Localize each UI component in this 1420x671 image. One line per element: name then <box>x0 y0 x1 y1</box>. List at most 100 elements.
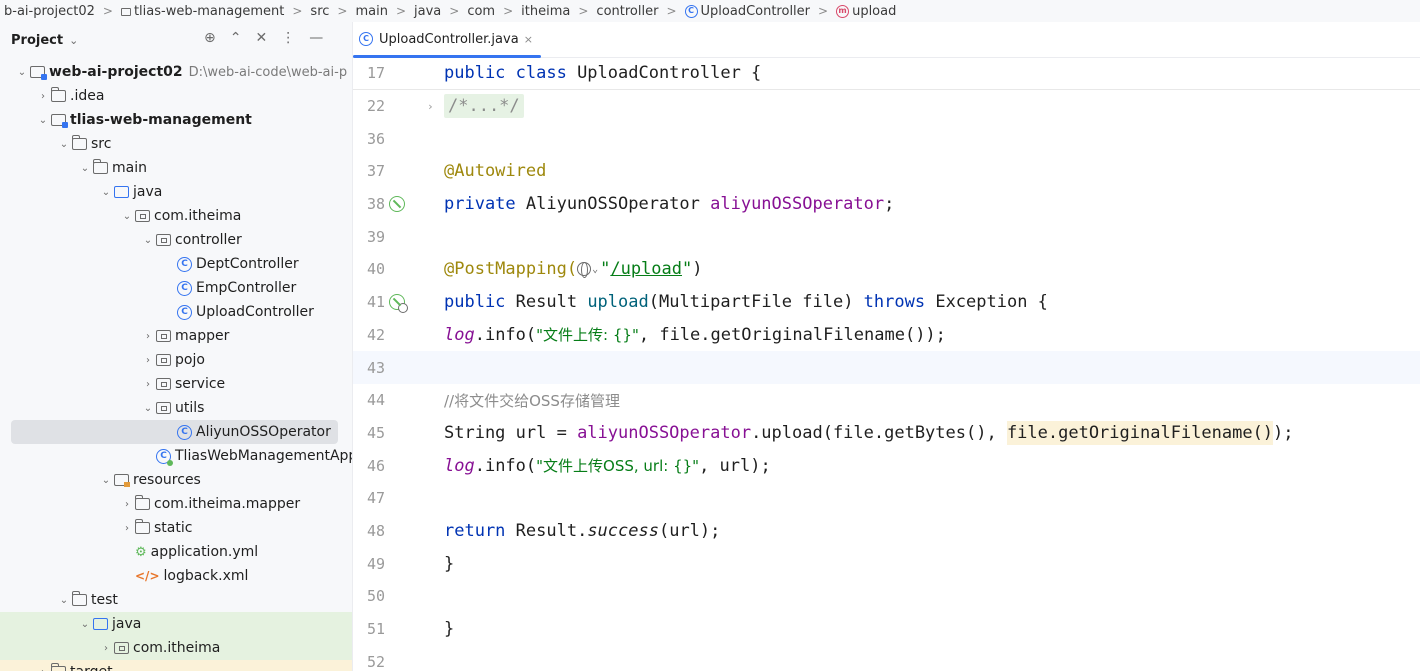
chevron-right-icon[interactable]: › <box>35 667 51 671</box>
breadcrumb-item[interactable]: com <box>463 4 499 19</box>
code-line[interactable]: 45 String url = aliyunOSSOperator .upload… <box>353 417 1420 450</box>
line-number: 43 <box>367 358 386 377</box>
code-line[interactable]: 49 } <box>353 547 1420 580</box>
tree-item[interactable]: </> logback.xml <box>0 564 352 588</box>
breadcrumb-item[interactable]: src <box>306 4 333 19</box>
code-line[interactable]: 36 <box>353 122 1420 155</box>
spring-bean-icon[interactable] <box>389 196 405 213</box>
close-icon[interactable]: × <box>524 33 533 46</box>
tree-item[interactable]: › static <box>0 516 352 540</box>
chevron-down-icon[interactable]: ⌄ <box>119 211 135 222</box>
code-line[interactable]: 17 public class UploadController { <box>353 57 1420 90</box>
tree-item[interactable]: ⌄ java <box>0 612 352 636</box>
tree-item[interactable]: › mapper <box>0 324 352 348</box>
collapse-all-icon[interactable]: ✕ <box>255 30 267 46</box>
chevron-down-icon[interactable]: ⌄ <box>35 115 51 126</box>
tree-item[interactable]: ⌄ resources <box>0 468 352 492</box>
breadcrumb-item[interactable]: C UploadController <box>681 4 815 19</box>
tree-item[interactable]: ⌄ utils <box>0 396 352 420</box>
tree-item[interactable]: C TliasWebManagementApp <box>0 444 352 468</box>
tree-item[interactable]: › service <box>0 372 352 396</box>
chevron-down-icon[interactable]: ⌄ <box>77 163 93 174</box>
code-line[interactable]: 38 private AliyunOSSOperator aliyunOSSOp… <box>353 188 1420 221</box>
project-panel-title[interactable]: Project <box>11 33 63 48</box>
breadcrumb-item[interactable]: main <box>351 4 391 19</box>
tree-item[interactable]: › target <box>0 660 352 671</box>
globe-icon[interactable] <box>577 262 592 279</box>
tree-item[interactable]: C EmpController <box>0 276 352 300</box>
tree-item[interactable]: ⌄ controller <box>0 228 352 252</box>
breadcrumb-separator-icon: > <box>578 4 589 18</box>
breadcrumb-item[interactable]: b-ai-project02 <box>0 4 99 19</box>
tab-upload-controller[interactable]: C UploadController.java × <box>353 21 541 58</box>
chevron-down-icon[interactable]: ⌄ <box>98 187 114 198</box>
tree-item[interactable]: › .idea <box>0 84 352 108</box>
code-line[interactable]: 50 <box>353 580 1420 613</box>
tree-item[interactable]: ⌄ tlias-web-management <box>0 108 352 132</box>
code-editor[interactable]: C UploadController.java × 17 public clas… <box>352 22 1420 671</box>
chevron-down-icon[interactable]: ⌄ <box>98 475 114 486</box>
expand-all-icon[interactable]: ⌃ <box>230 30 242 46</box>
locate-icon[interactable]: ⊕ <box>204 30 216 46</box>
code-line[interactable]: 22 › /*...*/ <box>353 90 1420 123</box>
tree-item[interactable]: ⌄ java <box>0 180 352 204</box>
breadcrumb-item[interactable]: java <box>410 4 445 19</box>
folded-comment[interactable]: /*...*/ <box>444 94 524 119</box>
chevron-right-icon[interactable]: › <box>140 379 156 390</box>
tree-item[interactable]: C UploadController <box>0 300 352 324</box>
code-line[interactable]: 44 //将文件交给OSS存储管理 <box>353 384 1420 417</box>
source-folder-icon <box>114 186 129 198</box>
tree-item[interactable]: ⌄ web-ai-project02 D:\web-ai-code\web-ai-p <box>0 60 352 84</box>
breadcrumb-separator-icon: > <box>292 4 303 18</box>
tree-item[interactable]: ⌄ src <box>0 132 352 156</box>
package-icon <box>156 234 171 246</box>
breadcrumb-item[interactable]: controller <box>592 4 662 19</box>
code-text: .info( <box>474 455 537 476</box>
tree-item[interactable]: ⚙ application.yml <box>0 540 352 564</box>
code-line[interactable]: 39 <box>353 220 1420 253</box>
chevron-right-icon[interactable]: › <box>140 331 156 342</box>
code-line[interactable]: 47 <box>353 482 1420 515</box>
code-line[interactable]: 41 public Result upload (MultipartFile fi… <box>353 286 1420 319</box>
chevron-right-icon[interactable]: › <box>35 91 51 102</box>
url-link[interactable]: /upload <box>610 259 682 279</box>
tree-item[interactable]: C AliyunOSSOperator <box>11 420 338 444</box>
chevron-down-icon[interactable]: ⌄ <box>69 34 78 47</box>
tree-item[interactable]: ⌄ com.itheima <box>0 204 352 228</box>
code-line[interactable]: 37 @Autowired <box>353 155 1420 188</box>
chevron-right-icon[interactable]: › <box>98 643 114 654</box>
tree-item[interactable]: › pojo <box>0 348 352 372</box>
chevron-down-icon[interactable]: ⌄ <box>56 139 72 150</box>
chevron-down-icon[interactable]: ⌄ <box>140 403 156 414</box>
more-options-icon[interactable]: ⋮ <box>281 30 295 46</box>
chevron-down-icon[interactable]: ⌄ <box>56 595 72 606</box>
line-number: 50 <box>367 587 386 606</box>
breadcrumb-item[interactable]: tlias-web-management <box>117 4 288 19</box>
fold-arrow-icon[interactable]: › <box>427 100 434 113</box>
tree-item[interactable]: ⌄ main <box>0 156 352 180</box>
current-code-line[interactable]: 43 <box>353 351 1420 384</box>
code-text: (MultipartFile file) <box>648 292 864 313</box>
web-endpoint-icon[interactable] <box>389 294 408 314</box>
chevron-right-icon[interactable]: › <box>119 523 135 534</box>
hide-panel-icon[interactable]: — <box>309 30 323 46</box>
chevron-down-icon[interactable]: ⌄ <box>14 67 30 78</box>
breadcrumb-item[interactable]: itheima <box>517 4 574 19</box>
code-line[interactable]: 42 log .info("文件上传: {}", file.getOriginal… <box>353 319 1420 352</box>
chevron-down-icon[interactable]: ⌄ <box>140 235 156 246</box>
chevron-down-icon[interactable]: ⌄ <box>592 264 598 275</box>
chevron-right-icon[interactable]: › <box>140 355 156 366</box>
tree-item[interactable]: ⌄ test <box>0 588 352 612</box>
code-line[interactable]: 40 @PostMapping(⌄ "/upload ") <box>353 253 1420 286</box>
tree-item[interactable]: C DeptController <box>0 252 352 276</box>
code-line[interactable]: 51 } <box>353 613 1420 646</box>
code-line[interactable]: 52 <box>353 645 1420 671</box>
tree-item[interactable]: › com.itheima.mapper <box>0 492 352 516</box>
code-area[interactable]: 17 public class UploadController { 22 › /… <box>353 57 1420 671</box>
code-line[interactable]: 48 return Result. success (url); <box>353 515 1420 548</box>
chevron-right-icon[interactable]: › <box>119 499 135 510</box>
chevron-down-icon[interactable]: ⌄ <box>77 619 93 630</box>
tree-item[interactable]: › com.itheima <box>0 636 352 660</box>
breadcrumb-item[interactable]: m upload <box>832 4 900 19</box>
code-line[interactable]: 46 log .info("文件上传OSS, url: {}", url); <box>353 449 1420 482</box>
